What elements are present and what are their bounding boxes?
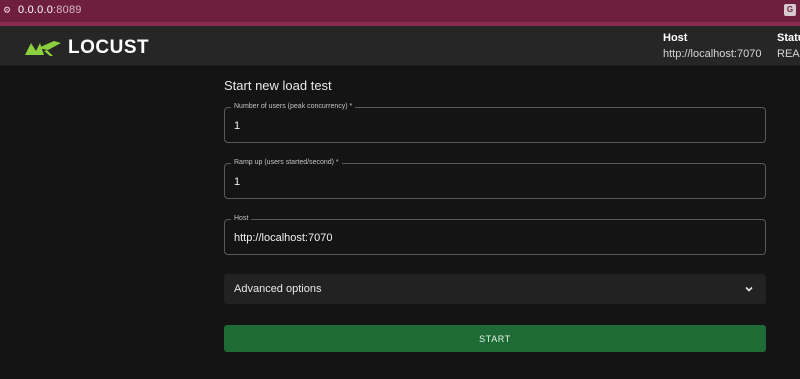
users-field-value[interactable]: 1 xyxy=(234,120,240,132)
host-field-value[interactable]: http://localhost:7070 xyxy=(234,232,332,244)
host-stat-label: Host xyxy=(663,32,688,44)
host-stat-value: http://localhost:7070 xyxy=(663,48,762,60)
chevron-down-icon[interactable] xyxy=(744,284,754,294)
form-title: Start new load test xyxy=(224,78,332,93)
ramp-up-field-value[interactable]: 1 xyxy=(234,176,240,188)
host-field[interactable]: Host http://localhost:7070 xyxy=(224,214,766,255)
locust-logo-icon xyxy=(25,41,61,56)
advanced-options-label: Advanced options xyxy=(234,283,322,295)
ramp-up-field[interactable]: Ramp up (users started/second) * 1 xyxy=(224,158,766,199)
start-button[interactable]: START xyxy=(224,325,766,352)
ramp-up-field-label: Ramp up (users started/second) * xyxy=(231,158,342,168)
url-port: :8089 xyxy=(53,4,82,16)
app-header: LOCUST Host http://localhost:7070 Statu … xyxy=(0,26,800,66)
translate-icon[interactable]: G xyxy=(784,4,796,16)
users-field-label: Number of users (peak concurrency) * xyxy=(231,102,356,112)
status-stat-label: Statu xyxy=(777,32,800,44)
users-field[interactable]: Number of users (peak concurrency) * 1 xyxy=(224,102,766,143)
site-settings-icon[interactable]: ⚙ xyxy=(3,5,11,16)
host-field-label: Host xyxy=(231,214,252,224)
status-stat-value: READ xyxy=(777,48,800,60)
status-stat: Statu READ xyxy=(777,32,800,60)
locust-logo[interactable]: LOCUST xyxy=(24,37,149,59)
url-host: 0.0.0.0 xyxy=(18,4,54,16)
advanced-options-accordion[interactable]: Advanced options xyxy=(224,274,766,304)
host-stat: Host http://localhost:7070 xyxy=(663,32,761,60)
browser-url-bar[interactable]: ⚙ 0.0.0.0:8089 G xyxy=(0,0,800,22)
url-text[interactable]: 0.0.0.0:8089 xyxy=(18,4,82,16)
logo-text: LOCUST xyxy=(68,37,150,58)
